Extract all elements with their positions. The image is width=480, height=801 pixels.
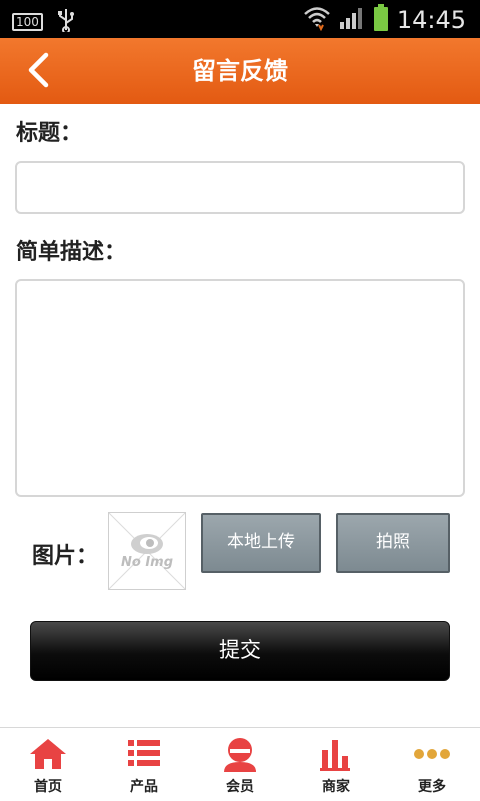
tab-home[interactable]: 首页 — [0, 728, 96, 801]
description-label: 简单描述： — [16, 240, 127, 265]
back-button[interactable] — [22, 52, 58, 88]
tab-label: 会员 — [226, 779, 254, 795]
bar-chart-icon — [320, 740, 350, 771]
chevron-left-icon — [28, 52, 49, 88]
usb-icon — [57, 8, 75, 36]
home-icon — [30, 739, 66, 769]
clock: 14:45 — [396, 6, 466, 34]
tab-products[interactable]: 产品 — [96, 728, 192, 801]
upload-local-button[interactable]: 本地上传 — [201, 513, 321, 573]
no-image-icon — [109, 513, 185, 589]
take-photo-button[interactable]: 拍照 — [336, 513, 450, 573]
image-preview: No Img — [108, 512, 186, 590]
member-icon — [224, 738, 256, 772]
tab-merchants[interactable]: 商家 — [288, 728, 384, 801]
tab-label: 产品 — [130, 779, 158, 795]
submit-button[interactable]: 提交 — [30, 621, 450, 681]
title-label: 标题： — [16, 121, 83, 146]
title-input[interactable] — [15, 161, 465, 214]
no-image-text: No Img — [120, 555, 174, 570]
tab-label: 商家 — [322, 779, 350, 795]
tab-label: 更多 — [418, 779, 446, 795]
wifi-icon — [303, 5, 331, 35]
status-bar: 100 14:45 — [0, 0, 480, 38]
tab-label: 首页 — [34, 779, 62, 795]
signal-icon — [339, 6, 365, 34]
battery-small-icon: 100 — [12, 13, 43, 31]
bottom-tab-bar: 首页 产品 会员 商家 更多 — [0, 727, 480, 801]
page-title: 留言反馈 — [192, 57, 288, 85]
list-icon — [128, 740, 160, 766]
image-label: 图片： — [32, 544, 99, 569]
more-icon — [414, 749, 450, 759]
tab-more[interactable]: 更多 — [384, 728, 480, 801]
battery-icon — [373, 4, 389, 36]
description-textarea[interactable] — [15, 279, 465, 497]
tab-member[interactable]: 会员 — [192, 728, 288, 801]
header-bar: 留言反馈 — [0, 38, 480, 104]
